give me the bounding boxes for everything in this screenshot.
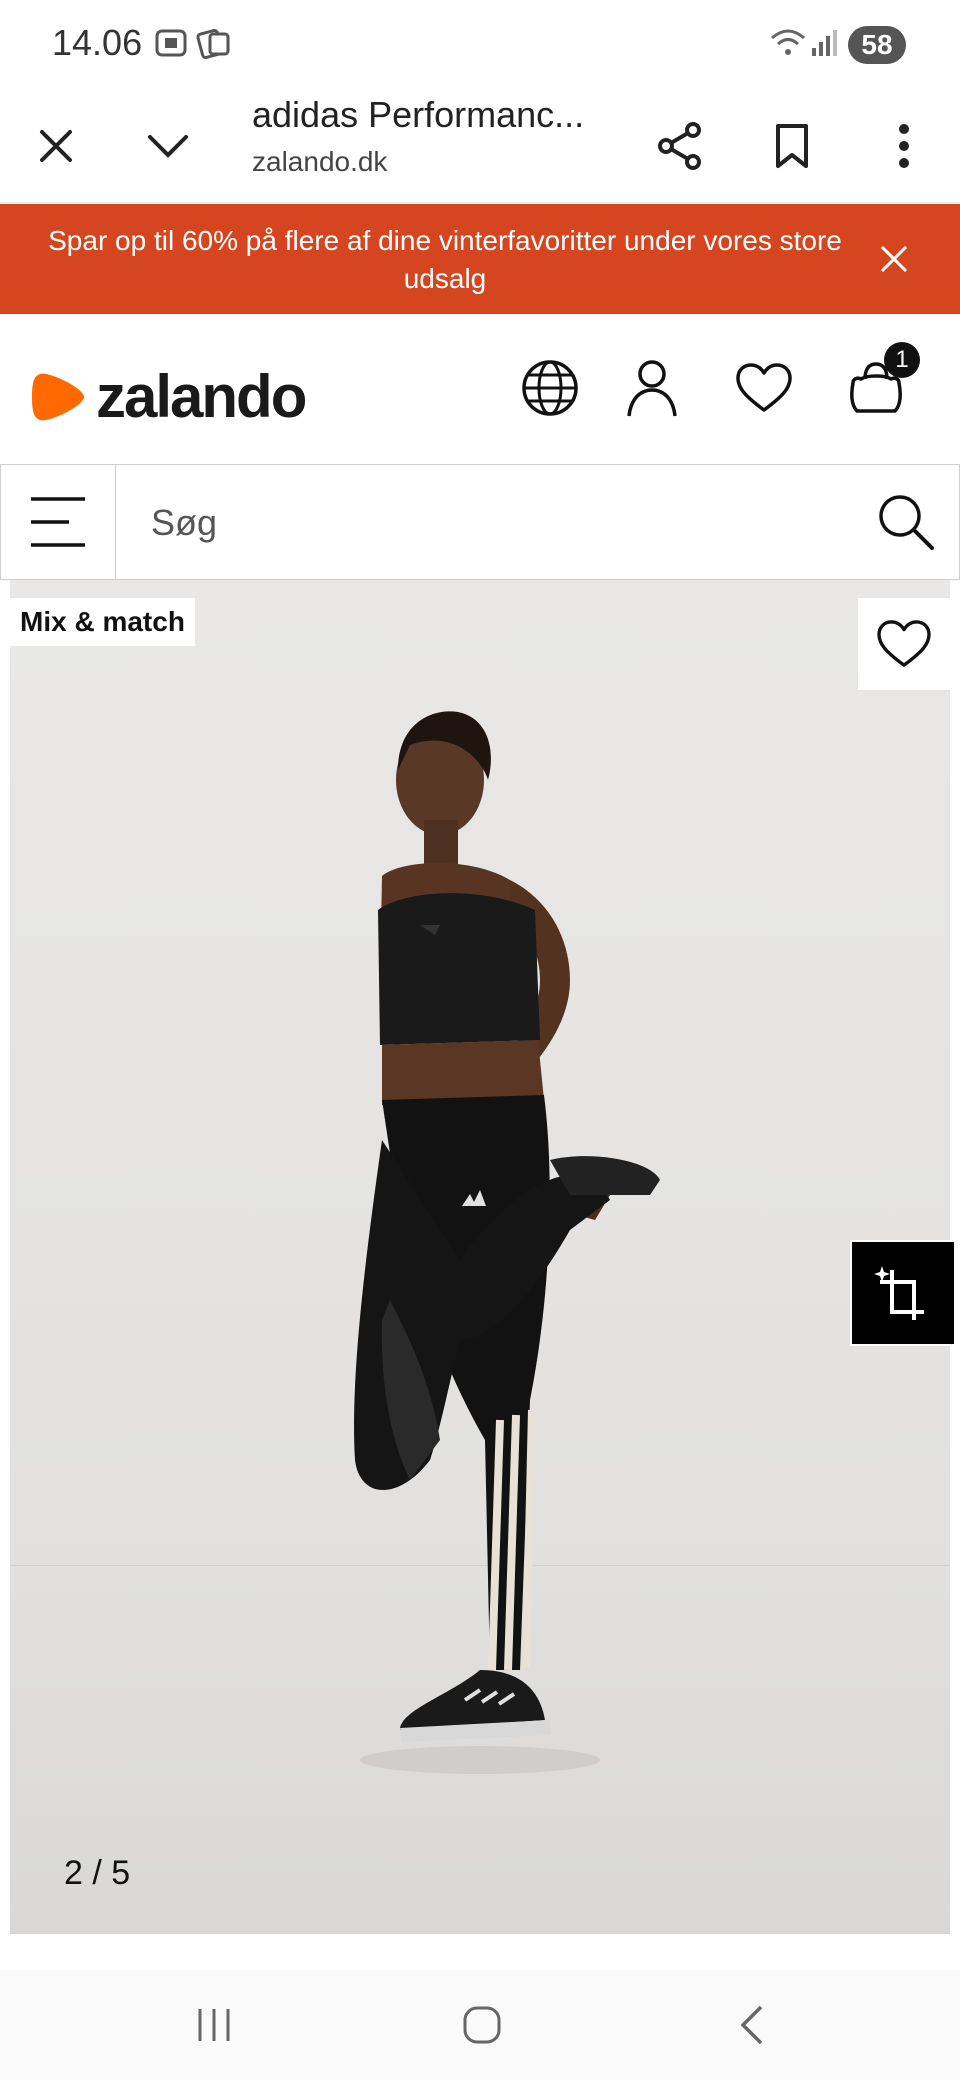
search-button[interactable]	[875, 491, 937, 553]
home-button[interactable]	[442, 1992, 522, 2058]
account-button[interactable]	[620, 356, 684, 420]
search-input[interactable]	[149, 499, 853, 547]
page-url[interactable]: zalando.dk	[252, 146, 387, 178]
bookmark-icon	[776, 124, 808, 168]
promo-banner[interactable]: Spar op til 60% på flere af dine vinterf…	[0, 204, 960, 314]
close-icon	[880, 245, 908, 273]
menu-button[interactable]	[1, 465, 116, 579]
product-photo-model	[354, 711, 660, 1774]
back-button[interactable]	[712, 1992, 792, 2058]
system-navigation-bar	[0, 1970, 960, 2080]
cart-count-badge: 1	[884, 342, 920, 378]
battery-indicator: 58	[848, 26, 906, 64]
back-icon	[740, 2005, 763, 2045]
product-image-gallery[interactable]	[10, 580, 950, 1934]
wishlist-button[interactable]	[732, 356, 796, 420]
search-bar	[0, 464, 960, 580]
status-bar: 14.06 58	[0, 0, 960, 90]
language-button[interactable]	[518, 356, 582, 420]
promo-banner-text: Spar op til 60% på flere af dine vinterf…	[48, 225, 842, 294]
site-header: zalando	[0, 314, 960, 464]
more-options-button[interactable]	[868, 110, 940, 182]
zalando-logo[interactable]: zalando	[30, 362, 307, 431]
chevron-down-icon	[148, 135, 188, 158]
screenshot-icon	[154, 26, 188, 65]
home-icon	[463, 2006, 501, 2044]
outfit-finder-button[interactable]	[850, 1240, 956, 1346]
page-title: adidas Performanc...	[252, 94, 585, 135]
close-icon	[40, 130, 72, 162]
image-counter: 2 / 5	[64, 1854, 131, 1892]
share-button[interactable]	[644, 110, 716, 182]
globe-icon	[522, 360, 578, 416]
heart-icon	[877, 620, 931, 667]
close-banner-button[interactable]	[866, 231, 922, 287]
mix-and-match-badge[interactable]: Mix & match	[10, 598, 195, 646]
outfit-icon	[874, 1266, 924, 1320]
share-icon	[658, 122, 701, 170]
recent-apps-button[interactable]	[174, 1992, 254, 2058]
bookmark-button[interactable]	[756, 110, 828, 182]
search-icon	[879, 495, 934, 550]
wifi-icon	[770, 26, 806, 65]
signal-icon	[810, 26, 840, 65]
user-icon	[627, 360, 677, 417]
menu-icon	[31, 497, 85, 547]
gallery-notification-icon	[196, 26, 232, 65]
add-to-wishlist-button[interactable]	[858, 598, 950, 690]
close-tab-button[interactable]	[20, 110, 92, 182]
logo-wordmark: zalando	[96, 363, 307, 430]
minimize-button[interactable]	[132, 110, 204, 182]
zalando-logo-mark	[32, 373, 85, 420]
status-time: 14.06	[52, 22, 143, 63]
heart-icon	[736, 363, 792, 412]
recent-apps-icon	[198, 2009, 230, 2041]
more-vert-icon	[899, 124, 909, 168]
